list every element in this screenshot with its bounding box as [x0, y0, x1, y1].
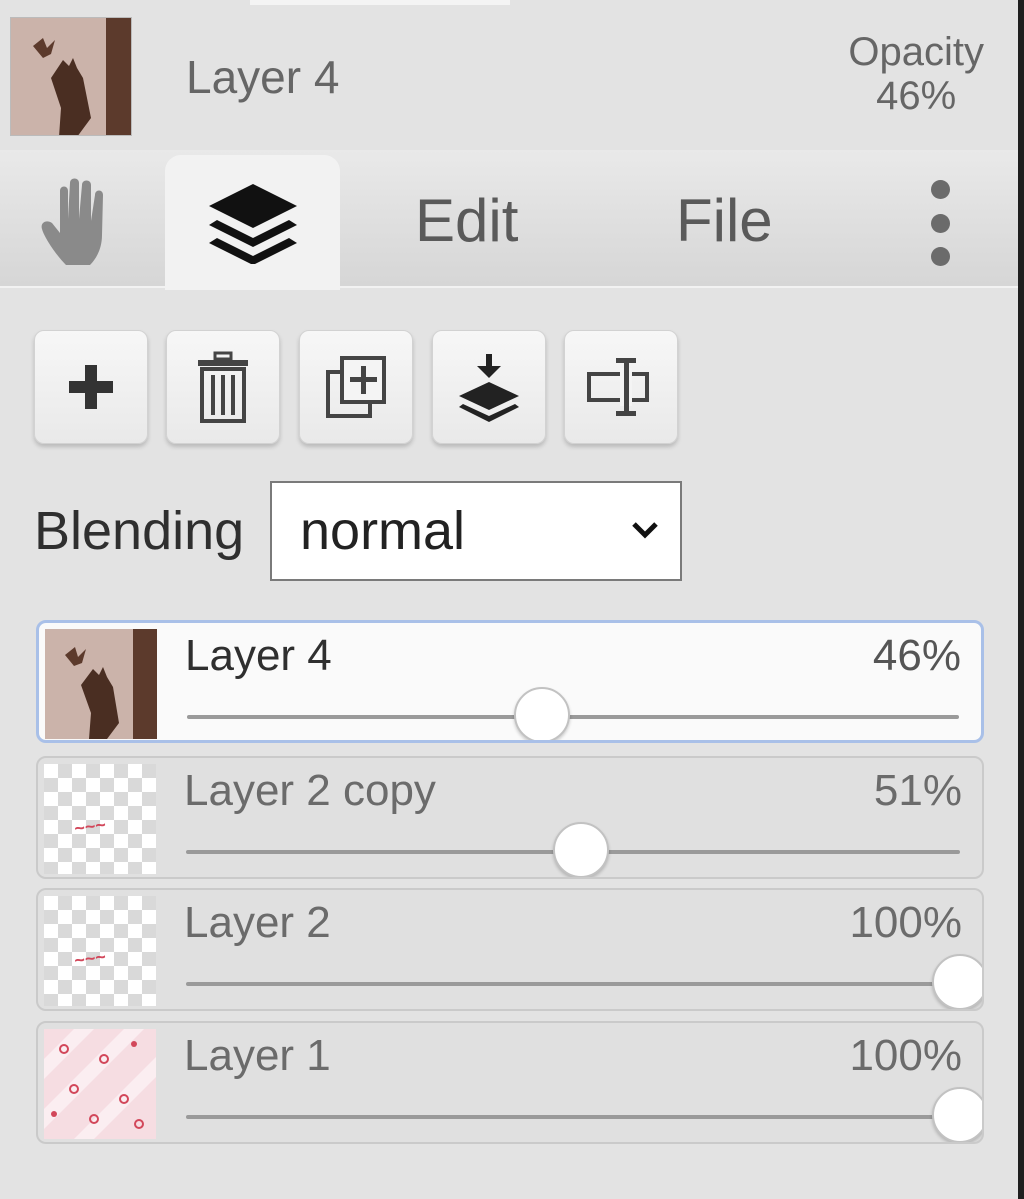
tab-hand[interactable]: [34, 175, 126, 267]
opacity-slider[interactable]: [186, 1087, 982, 1142]
blending-label: Blending: [34, 501, 245, 561]
layer-thumbnail: [45, 629, 157, 739]
more-dot: [930, 213, 950, 233]
current-layer-thumbnail: [10, 17, 132, 136]
layer-name: Layer 2: [184, 898, 331, 947]
slider-thumb[interactable]: [932, 1087, 982, 1142]
opacity-slider[interactable]: [186, 954, 982, 1009]
layer-row[interactable]: ~~~ Layer 2 copy 51%: [36, 756, 984, 879]
layer-thumbnail: ~~~: [44, 896, 156, 1006]
panel-edge: [1018, 0, 1024, 1199]
tab-file[interactable]: File: [676, 186, 773, 255]
duplicate-layer-button[interactable]: [299, 330, 413, 444]
add-layer-button[interactable]: [34, 330, 148, 444]
layer-opacity-text: 100%: [849, 898, 962, 947]
top-strip: [250, 0, 510, 5]
more-dot: [930, 247, 950, 266]
layer-opacity-text: 46%: [872, 631, 961, 680]
blending-select[interactable]: normal: [270, 481, 682, 581]
tab-layers[interactable]: [165, 155, 340, 290]
layer-thumbnail: ~~~: [44, 764, 156, 874]
merge-down-icon: [459, 354, 519, 422]
current-layer-name: Layer 4: [186, 51, 340, 103]
layer-thumbnail: [44, 1029, 156, 1139]
more-dot: [930, 180, 950, 199]
layer-name: Layer 4: [185, 631, 332, 680]
opacity-slider[interactable]: [187, 687, 959, 740]
chevron-down-icon: [632, 522, 658, 539]
hand-icon: [41, 178, 103, 265]
layer-opacity-text: 51%: [873, 766, 962, 815]
delete-layer-button[interactable]: [166, 330, 280, 444]
slider-thumb[interactable]: [514, 687, 571, 740]
layers-icon: [208, 183, 297, 264]
opacity-info: Opacity 46%: [848, 30, 984, 118]
opacity-value: 46%: [876, 74, 957, 118]
svg-text:~~~: ~~~: [73, 946, 107, 970]
slider-track: [186, 1115, 960, 1119]
layer-name: Layer 1: [184, 1031, 331, 1080]
slider-thumb[interactable]: [932, 954, 982, 1009]
plus-icon: [69, 365, 113, 409]
tab-edit[interactable]: Edit: [415, 186, 518, 255]
opacity-slider[interactable]: [186, 822, 960, 877]
layers-panel: Layer 4 Opacity 46% Edit File Blending n…: [0, 0, 1024, 1199]
slider-thumb[interactable]: [552, 822, 609, 877]
blending-value: normal: [300, 501, 466, 561]
layer-row[interactable]: ~~~ Layer 2 100%: [36, 888, 984, 1011]
svg-text:~~~: ~~~: [73, 814, 107, 838]
layer-row[interactable]: Layer 4 46%: [36, 620, 984, 743]
trash-icon: [198, 351, 248, 423]
slider-track: [186, 982, 960, 986]
opacity-label: Opacity: [848, 30, 984, 74]
layer-opacity-text: 100%: [849, 1031, 962, 1080]
slider-track: [187, 715, 959, 719]
layer-name: Layer 2 copy: [184, 766, 436, 815]
rename-icon: [587, 358, 649, 416]
merge-down-button[interactable]: [432, 330, 546, 444]
duplicate-icon: [326, 356, 386, 418]
layer-row[interactable]: Layer 1 100%: [36, 1021, 984, 1144]
rename-layer-button[interactable]: [564, 330, 678, 444]
more-vertical-icon[interactable]: [918, 180, 962, 266]
